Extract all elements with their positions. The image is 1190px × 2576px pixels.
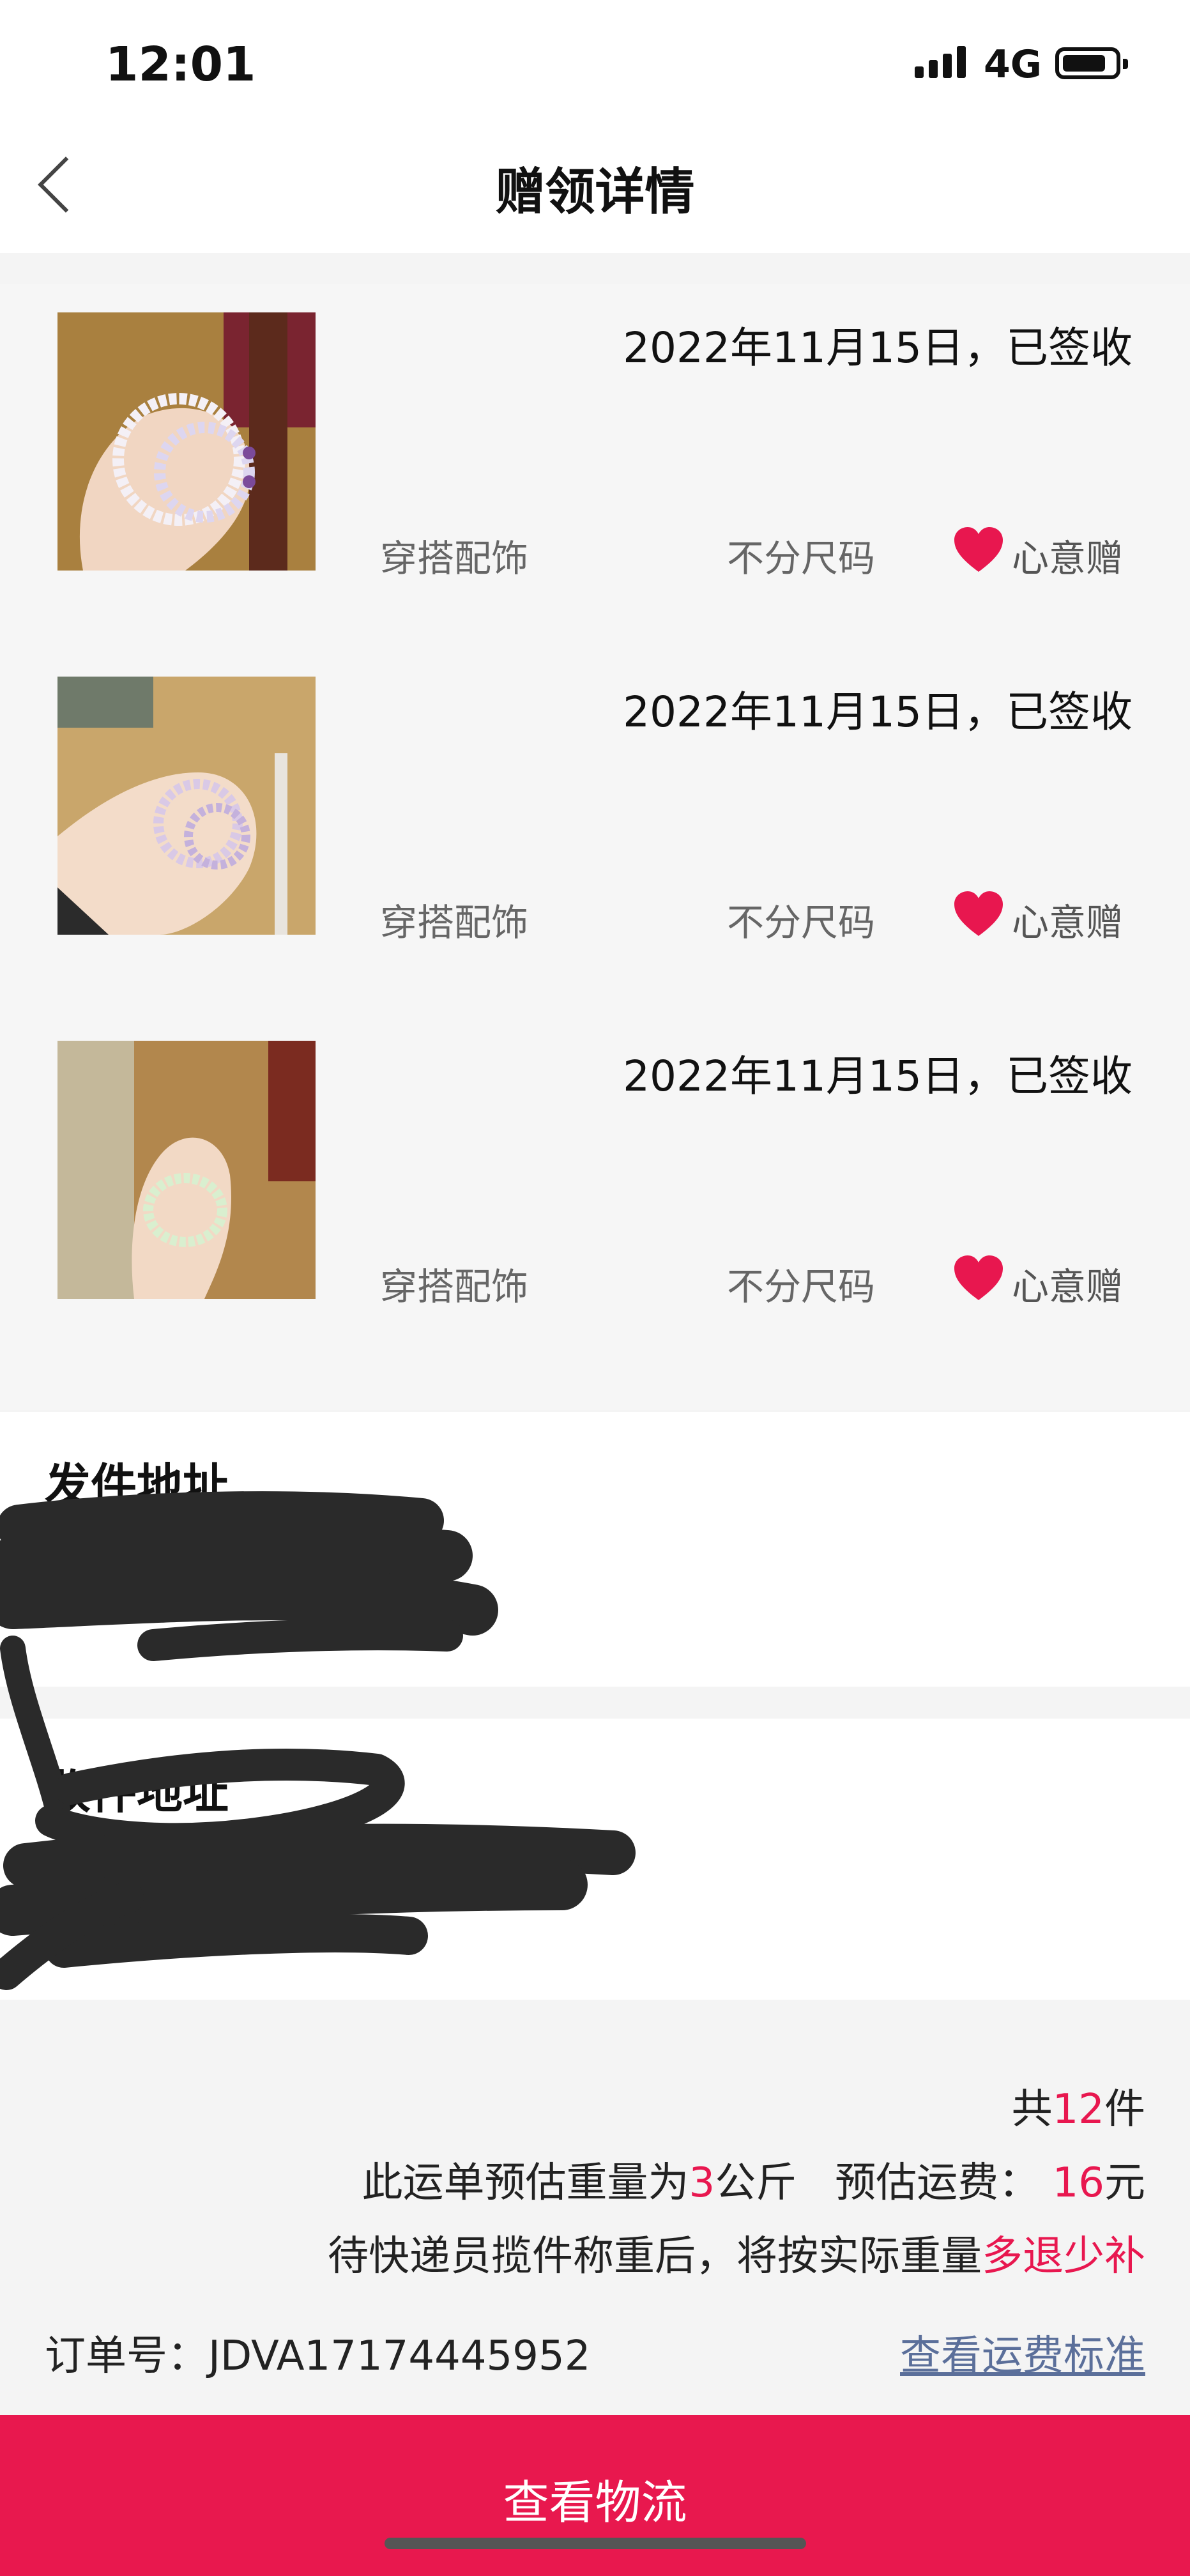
page-title: 赠领详情 bbox=[495, 164, 695, 221]
gift-item-card[interactable]: 2022年11月15日，已签收 穿搭配饰 不分尺码 心意赠 bbox=[0, 648, 1190, 1014]
shipping-fee-standard-link[interactable]: 查看运费标准 bbox=[900, 2323, 1145, 2382]
item-size: 不分尺码 bbox=[727, 1265, 876, 1308]
item-photo bbox=[57, 677, 316, 935]
gift-tag: 心意赠 bbox=[1012, 1265, 1124, 1308]
redaction-scribble bbox=[0, 1491, 636, 1990]
item-count: 共12件 bbox=[1011, 2086, 1145, 2133]
view-logistics-button[interactable]: 查看物流 bbox=[0, 2415, 1190, 2576]
item-photo bbox=[57, 1041, 316, 1299]
gift-item-card[interactable]: 2022年11月15日，已签收 穿搭配饰 不分尺码 心意赠 bbox=[0, 284, 1190, 650]
item-category: 穿搭配饰 bbox=[380, 1265, 529, 1308]
gift-tag: 心意赠 bbox=[1012, 537, 1124, 580]
battery-icon bbox=[1055, 47, 1128, 79]
network-type: 4G bbox=[984, 42, 1042, 87]
item-status: 2022年11月15日，已签收 bbox=[623, 1052, 1133, 1101]
gift-item-card[interactable]: 2022年11月15日，已签收 穿搭配饰 不分尺码 心意赠 bbox=[0, 1013, 1190, 1410]
signal-icon bbox=[915, 46, 971, 78]
item-size: 不分尺码 bbox=[727, 537, 876, 580]
gift-tag: 心意赠 bbox=[1012, 901, 1124, 944]
item-category: 穿搭配饰 bbox=[380, 901, 529, 944]
status-time: 12:01 bbox=[105, 37, 256, 92]
view-logistics-label: 查看物流 bbox=[503, 2476, 687, 2529]
home-indicator bbox=[385, 2538, 806, 2549]
item-photo bbox=[57, 312, 316, 571]
item-status: 2022年11月15日，已签收 bbox=[623, 323, 1133, 372]
heart-icon bbox=[954, 527, 1003, 572]
item-size: 不分尺码 bbox=[727, 901, 876, 944]
item-category: 穿搭配饰 bbox=[380, 537, 529, 580]
weight-and-fee: 此运单预估重量为3公斤 预估运费： 16元 bbox=[362, 2159, 1146, 2207]
order-number: 订单号：JDVA17174445952 bbox=[45, 2333, 591, 2380]
heart-icon bbox=[954, 1255, 1003, 1300]
item-status: 2022年11月15日，已签收 bbox=[623, 687, 1133, 737]
weight-note: 待快递员揽件称重后，将按实际重量多退少补 bbox=[328, 2233, 1145, 2280]
heart-icon bbox=[954, 891, 1003, 936]
